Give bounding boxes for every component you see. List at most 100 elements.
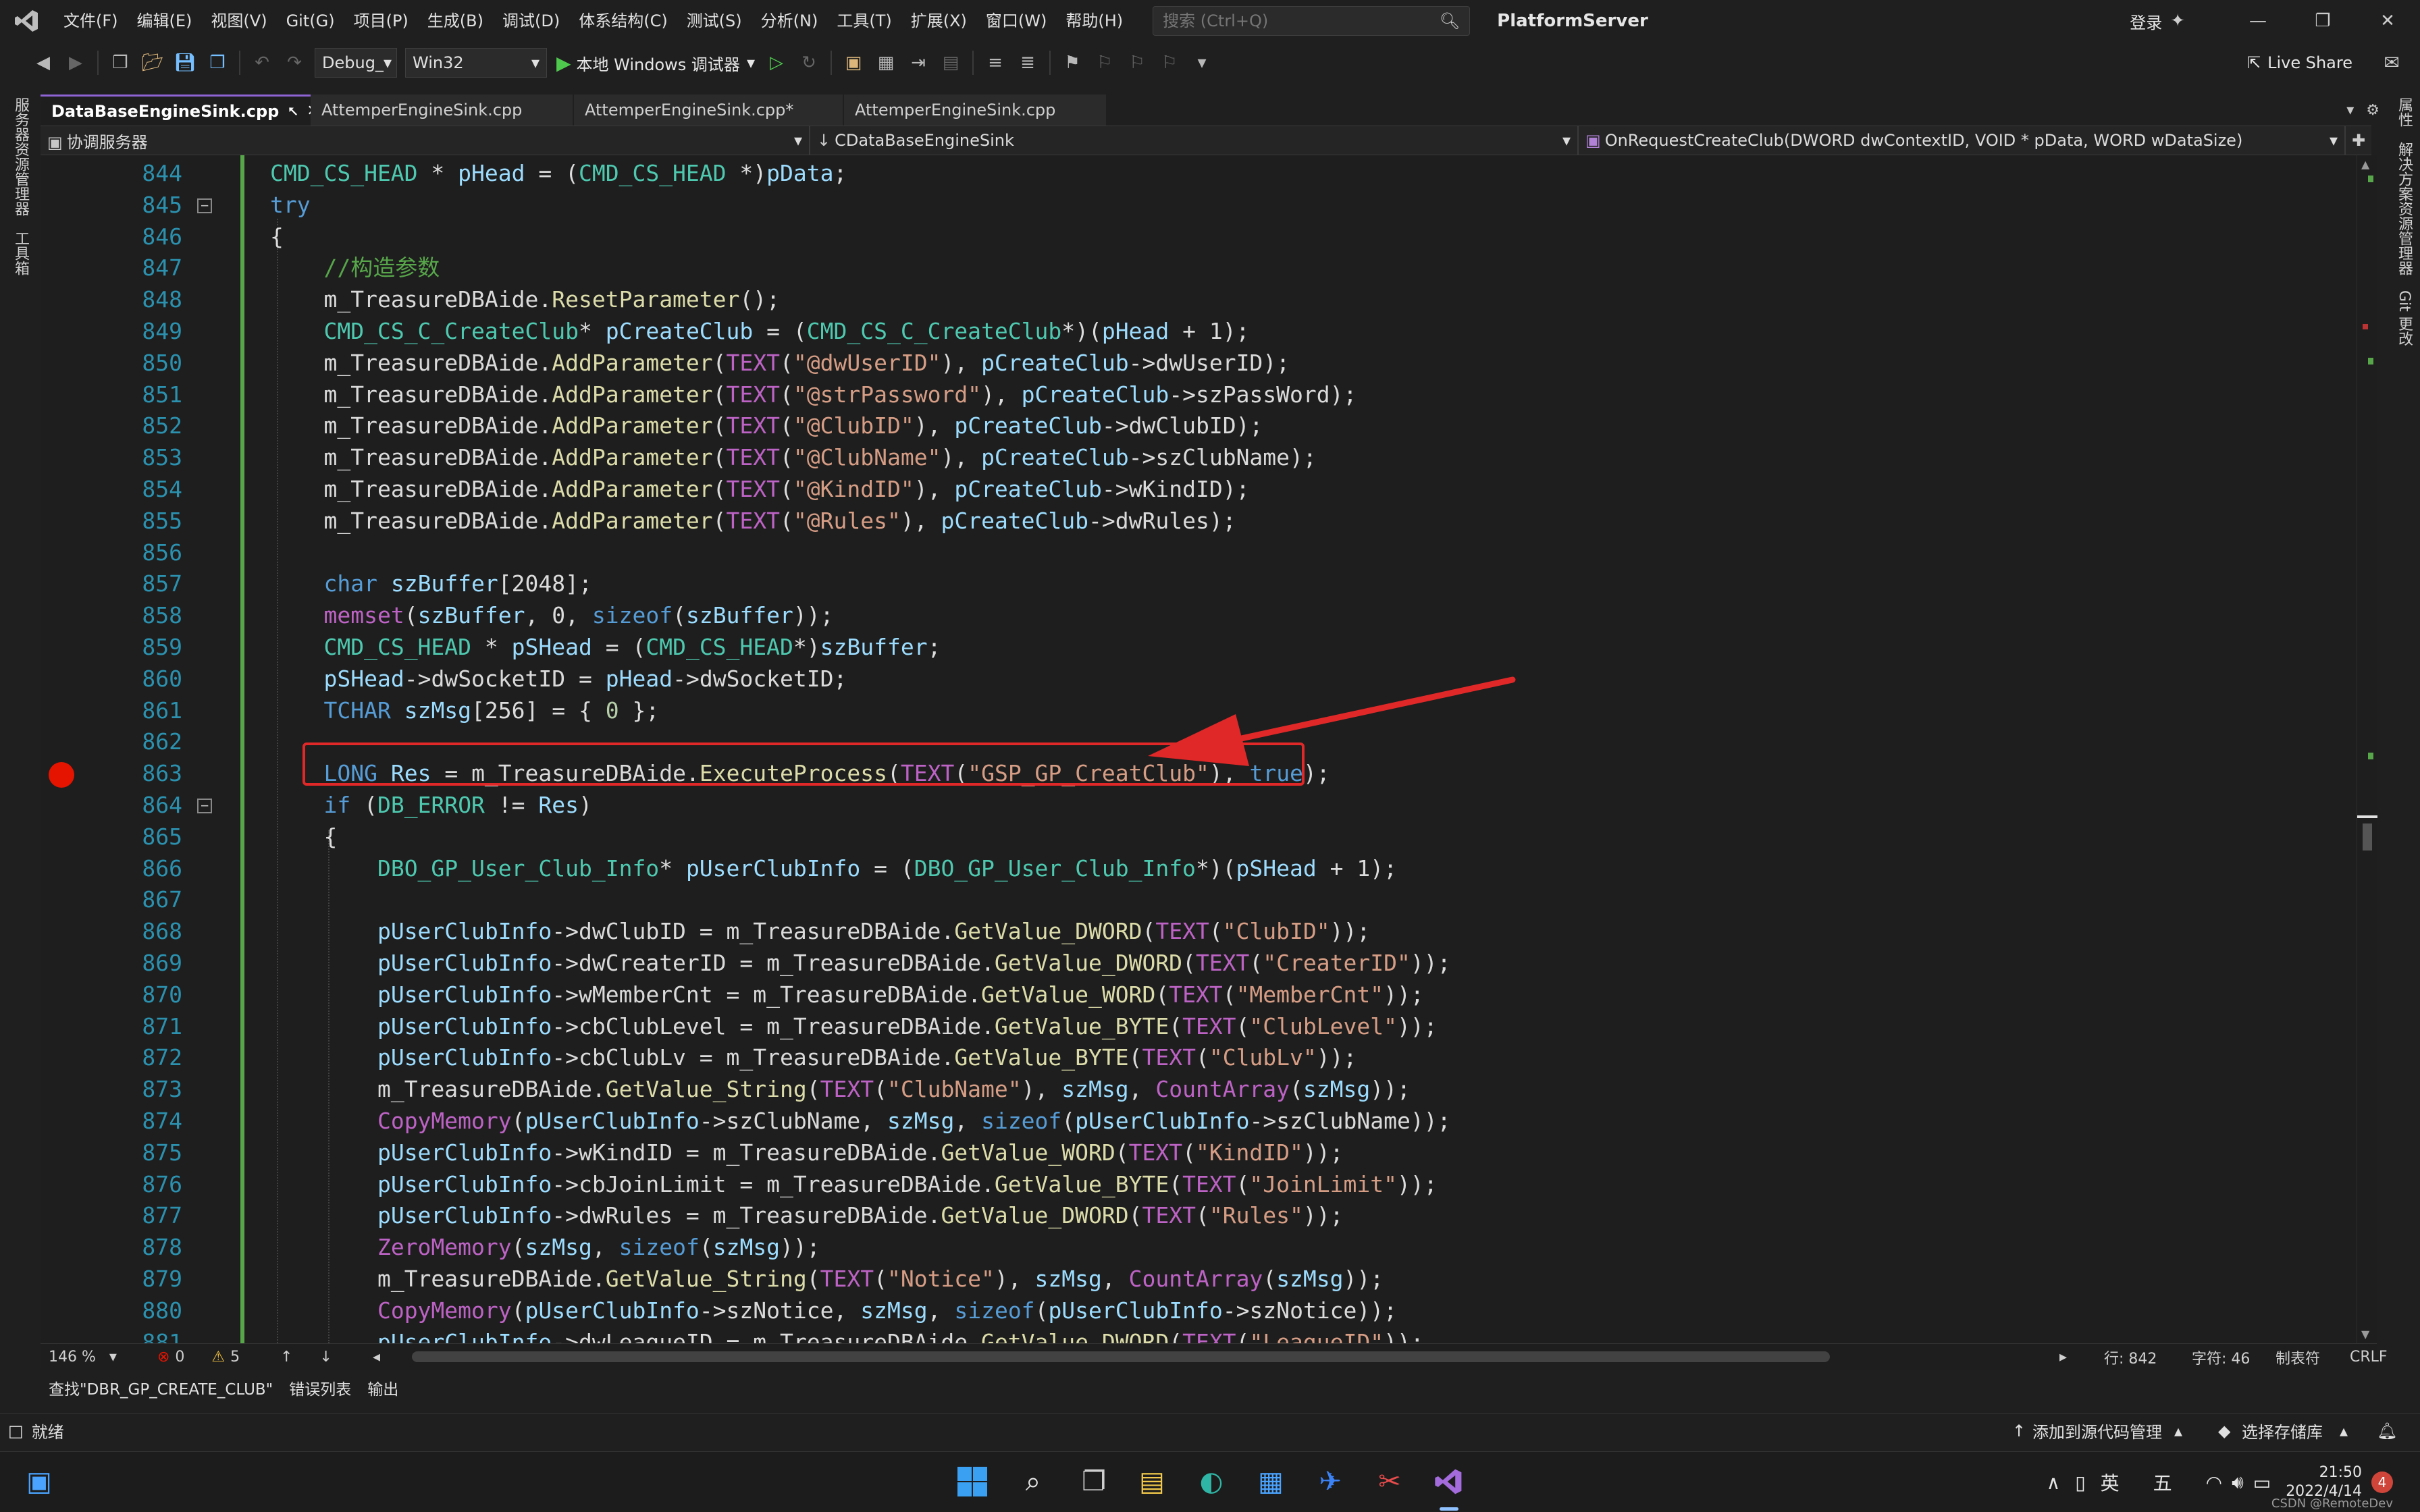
visual-studio-icon[interactable] [1429,1461,1469,1502]
line-ending[interactable]: CRLF [2350,1349,2388,1366]
git-changes-tab[interactable]: Git 更改 [2393,285,2415,352]
store-icon[interactable]: ▦ [1251,1461,1291,1502]
layout-icon[interactable]: ▦ [872,49,899,76]
new-project-icon[interactable]: ❒ [107,49,134,76]
menu-help[interactable]: 帮助(H) [1056,0,1132,42]
scroll-up-icon[interactable]: ▲ [2361,158,2369,171]
save-all-icon[interactable]: ❐ [204,49,231,76]
cursor-col[interactable]: 字符: 46 [2192,1347,2250,1368]
search-icon[interactable]: ⌕ [1013,1461,1053,1502]
widgets-icon[interactable]: ▣ [19,1461,59,1502]
volume-icon[interactable]: 🔊︎ [2232,1471,2244,1494]
tab-error-list[interactable]: 错误列表 [281,1376,359,1399]
horizontal-scrollbar[interactable] [412,1351,1830,1362]
chevron-up-icon[interactable]: ∧ [2047,1472,2061,1494]
menu-view[interactable]: 视图(V) [201,0,276,42]
repo-icon[interactable]: ◆ [2218,1422,2230,1440]
uncomment-icon[interactable]: ≣ [1014,49,1041,76]
error-icon[interactable]: ⊗ [157,1349,169,1366]
folder-icon[interactable]: ▣ [840,49,867,76]
select-repository[interactable]: 选择存储库 [2242,1419,2323,1442]
usb-icon[interactable]: ▯ [2075,1472,2085,1494]
edge-icon[interactable]: ◐ [1191,1461,1232,1502]
zoom-level[interactable]: 146 % [49,1349,96,1366]
solution-explorer-tab[interactable]: 解决方案资源管理器 [2393,136,2415,281]
clear-bookmark-icon[interactable]: ⚐ [1156,49,1183,76]
error-count[interactable]: 0 [175,1349,184,1366]
open-file-icon[interactable]: 📂︎ [139,49,166,76]
menu-test[interactable]: 测试(S) [677,0,752,42]
account-icon[interactable]: ✦ [2170,11,2185,31]
menu-file[interactable]: 文件(F) [54,0,128,42]
tab-attemper-engine-sink-3[interactable]: AttemperEngineSink.cpp [844,94,1107,126]
snipping-tool-icon[interactable]: ✂ [1369,1461,1410,1502]
member-select[interactable]: ▣ OnRequestCreateClub(DWORD dwContextID, … [1579,126,2346,155]
ime-language[interactable]: 英 [2101,1469,2120,1496]
vs-logo-icon[interactable] [12,6,42,36]
minimize-button[interactable]: — [2226,0,2290,42]
chevron-down-icon[interactable]: ▾ [109,1349,117,1366]
menu-tools[interactable]: 工具(T) [827,0,901,42]
properties-tab[interactable]: 属性 [2393,92,2415,132]
clock[interactable]: 21:50 2022/4/14 [2286,1463,2362,1501]
close-window-button[interactable]: ✕ [2355,0,2420,42]
next-bookmark-icon[interactable]: ⚐ [1124,49,1151,76]
tab-list-icon[interactable]: ▾ [2346,102,2354,119]
start-icon[interactable] [952,1461,993,1502]
scroll-right-icon[interactable]: ▸ [2059,1349,2067,1366]
save-icon[interactable]: 💾︎ [172,49,199,76]
prev-issue-icon[interactable]: ↑ [280,1349,292,1366]
file-explorer-icon[interactable]: ▤ [1132,1461,1172,1502]
comment-icon[interactable]: ≡ [982,49,1009,76]
scroll-thumb[interactable] [2363,824,2372,850]
menu-git[interactable]: Git(G) [277,0,344,42]
toolbox-tab[interactable]: 工具箱 [9,225,31,281]
feishu-icon[interactable]: ✈ [1310,1461,1350,1502]
menu-project[interactable]: 项目(P) [344,0,418,42]
pin-icon[interactable]: ⭦ [288,103,297,119]
add-source-control[interactable]: 添加到源代码管理 [2032,1419,2162,1442]
toggle-icon[interactable]: ▤ [937,49,964,76]
wifi-icon[interactable]: ◠ [2206,1472,2222,1494]
feedback-icon[interactable]: ✉ [2384,51,2400,74]
tab-database-engine-sink[interactable]: DataBaseEngineSink.cpp ⭦ ✕ [41,94,319,126]
chevron-down-icon[interactable]: ▾ [747,53,755,72]
redo-icon[interactable]: ↷ [281,49,308,76]
project-select[interactable]: ▣ 协调服务器 ▾ [41,126,810,155]
indent-mode[interactable]: 制表符 [2276,1347,2320,1368]
search-input[interactable] [1163,11,1433,30]
prev-bookmark-icon[interactable]: ⚐ [1091,49,1118,76]
hot-reload-icon[interactable]: ↻ [795,49,822,76]
code-editor[interactable]: 844 CMD_CS_HEAD * pHead = (CMD_CS_HEAD *)… [41,155,2357,1343]
scroll-down-icon[interactable]: ▼ [2361,1328,2369,1341]
platform-select[interactable]: Win32 ▾ [405,48,547,78]
bookmark-icon[interactable]: ⚑ [1059,49,1086,76]
tab-find-results[interactable]: 查找"DBR_GP_CREATE_CLUB" [41,1376,281,1399]
menu-extensions[interactable]: 扩展(X) [901,0,976,42]
tab-output[interactable]: 输出 [359,1376,406,1399]
vertical-scrollbar[interactable]: ▲ ▼ [2357,155,2377,1343]
notifications-icon[interactable]: 🔔︎ [2377,1422,2397,1440]
warning-count[interactable]: 5 [230,1349,240,1366]
tab-attemper-engine-sink-2[interactable]: AttemperEngineSink.cpp* [574,94,844,126]
menu-analyze[interactable]: 分析(N) [752,0,828,42]
cursor-line[interactable]: 行: 842 [2104,1347,2157,1368]
menu-debug[interactable]: 调试(D) [493,0,569,42]
login-link[interactable]: 登录 [2130,9,2162,33]
chevron-up-icon[interactable]: ▴ [2340,1422,2348,1440]
search-box[interactable]: 🔍︎ [1153,6,1471,36]
menu-build[interactable]: 生成(B) [418,0,493,42]
undo-icon[interactable]: ↶ [248,49,275,76]
start-debug-button[interactable]: ▶ 本地 Windows 调试器 ▾ [556,51,755,75]
back-icon[interactable]: ◀ [30,49,57,76]
class-select[interactable]: ↓ CDataBaseEngineSink ▾ [810,126,1579,155]
settings-icon[interactable]: ⚙ [2366,102,2379,119]
ime-mode[interactable]: 五 [2153,1469,2172,1496]
tab-attemper-engine-sink-1[interactable]: AttemperEngineSink.cpp [311,94,574,126]
split-editor-icon[interactable]: ✚ [2346,126,2371,155]
restore-button[interactable]: ❐ [2290,0,2355,42]
battery-icon[interactable]: ▭ [2253,1472,2271,1494]
task-view-icon[interactable]: ❐ [1074,1461,1114,1502]
config-select[interactable]: Debug_ ▾ [315,48,397,78]
warning-icon[interactable]: ⚠ [211,1349,225,1366]
